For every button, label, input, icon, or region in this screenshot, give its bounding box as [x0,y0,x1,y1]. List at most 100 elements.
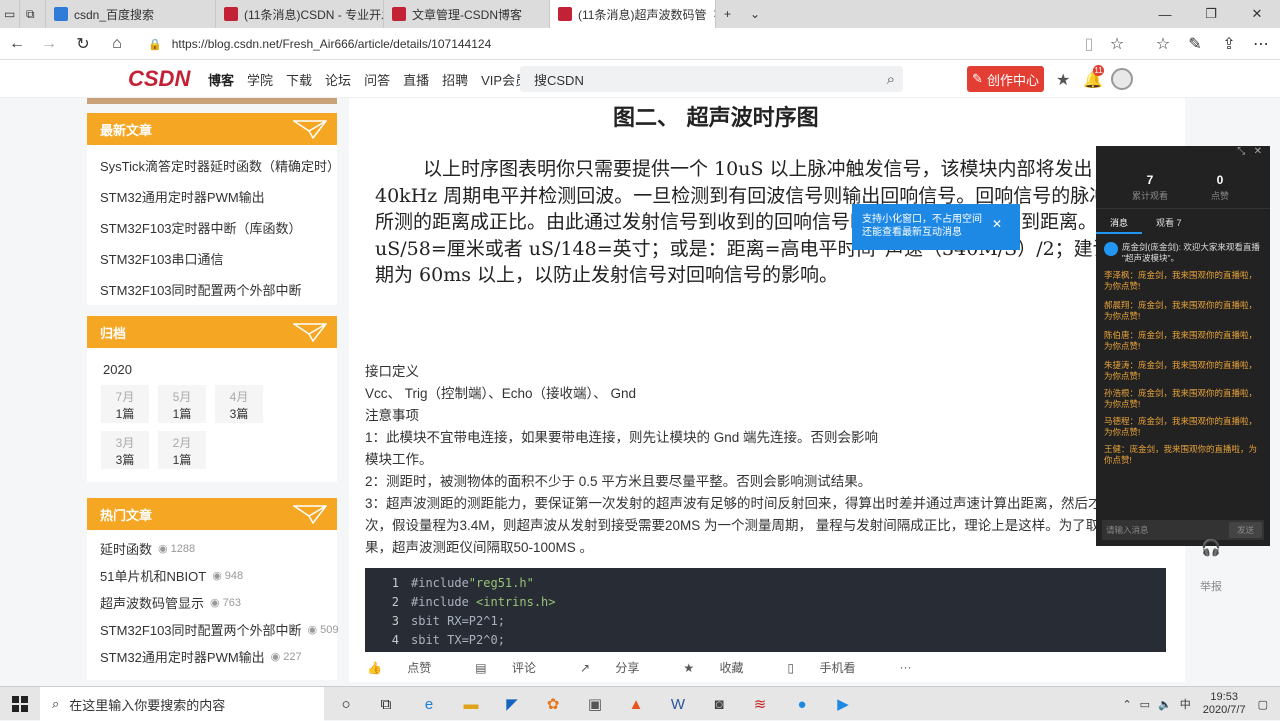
nav-forum[interactable]: 论坛 [325,70,351,89]
archive-month[interactable]: 7月 1篇 [101,385,149,423]
home-icon[interactable]: ⌂ [100,28,134,60]
windows-start-icon[interactable] [0,687,40,721]
avatar[interactable] [1111,68,1133,90]
report-button[interactable]: 举报 [1194,578,1228,594]
close-icon[interactable]: ✕ [1254,146,1262,157]
mobile-view-button[interactable]: ▯ 手机看 [788,659,878,676]
nav-download[interactable]: 下载 [286,70,312,89]
hot-article-link[interactable]: 51单片机和NBIOT ◉ 948 [87,562,337,589]
store-icon[interactable]: ✿ [540,691,566,717]
shopping-bag-icon[interactable]: ▣ [582,691,608,717]
minimize-icon[interactable]: — [1142,0,1188,28]
nav-jobs[interactable]: 招聘 [442,70,468,89]
url-field[interactable]: 🔒 https://blog.csdn.net/Fresh_Air666/art… [148,32,1132,56]
article-line: 模块工作。 [365,452,433,467]
new-tab-icon[interactable]: + [716,0,742,28]
browser-tab-2[interactable]: (11条消息)CSDN - 专业开发 [216,0,384,28]
network-icon[interactable]: ▭ [1140,698,1150,711]
ime-indicator[interactable]: 中 [1180,696,1191,712]
star-icon[interactable]: ★ [1056,70,1070,90]
chat-app-icon[interactable]: ● [789,691,815,717]
browser-tab-3[interactable]: 文章管理-CSDN博客 [384,0,550,28]
edge-browser-icon[interactable]: e [416,691,442,717]
create-center-button[interactable]: ✎ 创作中心 [967,66,1044,92]
recorder-icon[interactable]: ▶ [830,691,856,717]
refresh-icon[interactable]: ↻ [66,28,100,60]
hot-articles-box: 热门文章 延时函数 ◉ 1288 51单片机和NBIOT ◉ 948 超声波数码管显示 ◉… [87,498,339,680]
back-icon[interactable]: ← [0,28,34,60]
cortana-icon[interactable]: ○ [333,691,359,717]
close-tab-icon[interactable]: ✕ [706,7,715,21]
top-nav: 博客 学院 下载 论坛 问答 直播 招聘 VIP会员 [208,60,541,98]
taskbar-search-input[interactable]: ⌕ 在这里输入你要搜索的内容 [40,687,324,721]
minimize-tooltip: 支持小化窗口，不占用空间还能查看最新互动消息 ✕ [852,204,1020,250]
share-button[interactable]: ↗ 分享 [580,659,661,676]
streaming-icon[interactable]: ≋ [747,691,773,717]
archive-month[interactable]: 3月 3篇 [101,431,149,469]
close-icon[interactable]: ✕ [992,218,1002,231]
chat-input[interactable]: 请输入消息 发送 [1102,520,1264,540]
like-button[interactable]: 👍 点赞 [367,659,453,676]
nav-live[interactable]: 直播 [403,70,429,89]
paper-plane-icon [293,120,327,139]
hot-article-link[interactable]: 延时函数 ◉ 1288 [87,535,337,562]
volume-icon[interactable]: 🔈 [1158,698,1172,711]
favorites-hub-icon[interactable]: ☆ [1146,28,1180,60]
collapse-icon[interactable]: ⤡ [1237,146,1245,157]
comment-button[interactable]: ▤ 评论 [475,659,558,676]
word-icon[interactable]: W [665,691,691,717]
hot-article-link[interactable]: STM32通用定时器PWM输出 ◉ 227 [87,643,337,670]
chevron-down-icon[interactable]: ⌄ [742,0,768,28]
hot-article-link[interactable]: STM32F103同时配置两个外部中断 ◉ 509 [87,616,339,643]
nav-qa[interactable]: 问答 [364,70,390,89]
collect-button[interactable]: ★ 收藏 [683,659,765,676]
tab-messages[interactable]: 消息 [1096,209,1143,234]
search-icon: ⌕ [52,696,60,711]
search-input[interactable]: 搜CSDN ⌕ [520,66,903,92]
browser-tab-4-active[interactable]: (11条消息)超声波数码管 ✕ [550,0,716,28]
more-icon[interactable]: ⋯ [1244,28,1278,60]
latest-article-link[interactable]: STM32F103串口通信 [87,243,337,274]
nav-academy[interactable]: 学院 [247,70,273,89]
send-button[interactable]: 发送 [1228,522,1262,538]
nav-blog[interactable]: 博客 [208,70,234,89]
archive-month[interactable]: 4月 3篇 [215,385,263,423]
archive-month[interactable]: 2月 1篇 [158,431,206,469]
tab-viewers[interactable]: 观看 7 [1142,209,1196,234]
latest-article-link[interactable]: STM32F103定时器中断（库函数） [87,212,337,243]
csdn-logo[interactable]: CSDN [128,66,190,92]
file-explorer-icon[interactable]: ▬ [458,691,484,717]
browser-tab-1[interactable]: csdn_百度搜索 [46,0,216,28]
latest-article-link[interactable]: STM32通用定时器PWM输出 [87,181,337,212]
restore-icon[interactable]: ❐ [1188,0,1234,28]
archive-month-label: 7月 [115,390,135,404]
eye-icon: ◉ [307,624,318,636]
headset-icon[interactable]: 🎧 [1194,538,1228,558]
favorite-star-icon[interactable]: ☆ [1100,28,1134,60]
vscode-icon[interactable]: ◤ [499,691,525,717]
notification-center-icon[interactable]: ▢ [1258,698,1268,711]
tab-actions-icon[interactable]: ▭ [0,0,20,28]
pen-icon[interactable]: ✎ [1178,28,1212,60]
hot-article-title: 延时函数 [100,542,153,557]
more-button[interactable]: ··· [899,660,911,674]
close-window-icon[interactable]: ✕ [1234,0,1280,28]
tab-preview-icon[interactable]: ⧉ [20,0,46,28]
latest-article-link[interactable]: STM32F103同时配置两个外部中断 [87,274,337,305]
article-line: 次，假设量程为3.4M，则超声波从发射到接受需要20MS 为一个测量周期， 量程… [365,518,1113,533]
chat-message: 孙浩根：庞金剑，我来围观你的直播啦，为你点赞! [1104,388,1258,409]
search-icon[interactable]: ⌕ [887,71,895,88]
hot-article-link[interactable]: 超声波数码管显示 ◉ 763 [87,589,337,616]
clock[interactable]: 19:53 2020/7/7 [1203,691,1246,717]
archive-month[interactable]: 5月 1篇 [158,385,206,423]
camera-icon[interactable]: ◙ [706,691,732,717]
line-number: 3 [391,613,399,628]
forward-icon[interactable]: → [32,28,66,60]
mobile-view-label: 手机看 [819,660,856,675]
share-icon[interactable]: ⇪ [1212,28,1246,60]
app-icon[interactable]: ▲ [623,691,649,717]
tray-chevron-icon[interactable]: ⌃ [1122,698,1131,711]
task-view-icon[interactable]: ⧉ [373,691,399,717]
archive-month-label: 2月 [172,436,192,450]
latest-article-link[interactable]: SysTick滴答定时器延时函数（精确定时） [87,150,340,181]
